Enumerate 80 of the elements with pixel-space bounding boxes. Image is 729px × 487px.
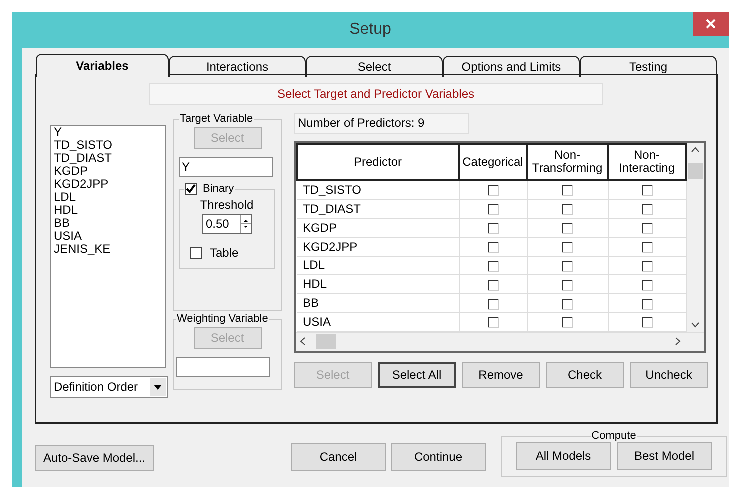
horizontal-scrollbar[interactable] — [296, 332, 704, 351]
tab[interactable]: Interactions — [169, 56, 306, 77]
grid-checkbox[interactable] — [642, 223, 652, 234]
tab[interactable]: Select — [306, 56, 443, 77]
grid-checkbox[interactable] — [488, 242, 498, 253]
table-checkbox[interactable] — [190, 247, 202, 259]
vertical-scrollbar[interactable] — [687, 143, 704, 332]
table-cell: LDL — [297, 256, 459, 275]
list-item[interactable]: KGDP — [54, 165, 162, 178]
grid-action-button[interactable]: Remove — [462, 362, 540, 388]
grid-action-button[interactable]: Select All — [378, 362, 456, 388]
list-item[interactable]: BB — [54, 217, 162, 230]
grid-checkbox[interactable] — [562, 223, 573, 234]
grid-checkbox[interactable] — [562, 242, 573, 253]
column-header[interactable]: Categorical — [459, 144, 527, 180]
spinner-arrows-icon — [241, 217, 251, 231]
grid-checkbox[interactable] — [488, 260, 498, 272]
grid-checkbox[interactable] — [562, 260, 573, 272]
grid-checkbox[interactable] — [488, 317, 498, 328]
list-item[interactable]: USIA — [54, 230, 162, 243]
grid-checkbox[interactable] — [488, 280, 498, 291]
dialog-button[interactable]: Cancel — [291, 443, 386, 471]
list-item[interactable]: LDL — [54, 191, 162, 204]
grid-checkbox[interactable] — [642, 260, 652, 272]
group-label: Compute — [590, 430, 638, 442]
weighting-field[interactable] — [176, 357, 270, 377]
compute-button[interactable]: Best Model — [617, 442, 712, 470]
grid-checkbox[interactable] — [562, 317, 573, 328]
predictor-count: Number of Predictors: 9 — [294, 113, 469, 134]
close-button[interactable] — [693, 12, 729, 36]
tab[interactable]: Testing — [580, 56, 717, 77]
list-item[interactable]: KGD2JPP — [54, 178, 162, 191]
table-cell: KGDP — [297, 218, 459, 238]
close-icon — [706, 19, 716, 29]
auto-save-button[interactable]: Auto-Save Model... — [35, 445, 154, 471]
tab[interactable]: Variables — [36, 54, 169, 77]
group-label: Weighting Variable — [176, 313, 270, 325]
grid-checkbox[interactable] — [488, 223, 498, 234]
grid-checkbox[interactable] — [562, 185, 573, 196]
window-title: Setup — [350, 21, 392, 39]
grid-checkbox[interactable] — [562, 280, 573, 291]
table-cell: HDL — [297, 274, 459, 294]
target-field[interactable]: Y — [179, 157, 273, 177]
grid-action-button[interactable]: Check — [546, 362, 624, 388]
table-cell: TD_SISTO — [297, 180, 459, 200]
section-banner: Select Target and Predictor Variables — [149, 83, 603, 105]
grid-checkbox[interactable] — [642, 298, 652, 310]
threshold-label: Threshold — [200, 198, 254, 212]
list-item[interactable]: HDL — [54, 204, 162, 217]
grid-action-button[interactable]: Uncheck — [630, 362, 708, 388]
threshold-spinner[interactable]: 0.50 — [202, 214, 252, 234]
list-item[interactable]: JENIS_KE — [54, 243, 162, 256]
list-item[interactable]: TD_DIAST — [54, 152, 162, 165]
compute-button[interactable]: All Models — [516, 442, 611, 470]
tab[interactable]: Options and Limits — [443, 56, 580, 77]
column-header[interactable]: Non- Transforming — [527, 144, 608, 180]
list-item[interactable]: TD_SISTO — [54, 139, 162, 152]
binary-checkbox[interactable] — [185, 183, 197, 195]
grid-checkbox[interactable] — [488, 185, 498, 196]
checkbox-label: Table — [210, 246, 239, 260]
order-dropdown[interactable]: Definition Order — [50, 376, 168, 398]
grid-checkbox[interactable] — [642, 317, 652, 328]
grid-checkbox[interactable] — [488, 298, 498, 310]
caret-icon — [154, 384, 162, 390]
grid-checkbox[interactable] — [642, 280, 652, 291]
grid-checkbox[interactable] — [562, 204, 573, 216]
dialog-button[interactable]: Continue — [391, 443, 486, 471]
table-cell: TD_DIAST — [297, 199, 459, 218]
column-header[interactable]: Non- Interacting — [608, 144, 686, 180]
grid-checkbox[interactable] — [642, 204, 652, 216]
checkbox-label: Binary — [203, 183, 234, 195]
grid-checkbox[interactable] — [642, 185, 652, 196]
table-cell: KGD2JPP — [297, 237, 459, 256]
table-cell: BB — [297, 294, 459, 313]
group-label: Target Variable — [179, 113, 254, 125]
grid-checkbox[interactable] — [642, 242, 652, 253]
list-item[interactable]: Y — [54, 126, 162, 139]
grid-checkbox[interactable] — [488, 204, 498, 216]
grid-checkbox[interactable] — [562, 298, 573, 310]
column-header[interactable]: Predictor — [297, 144, 459, 180]
